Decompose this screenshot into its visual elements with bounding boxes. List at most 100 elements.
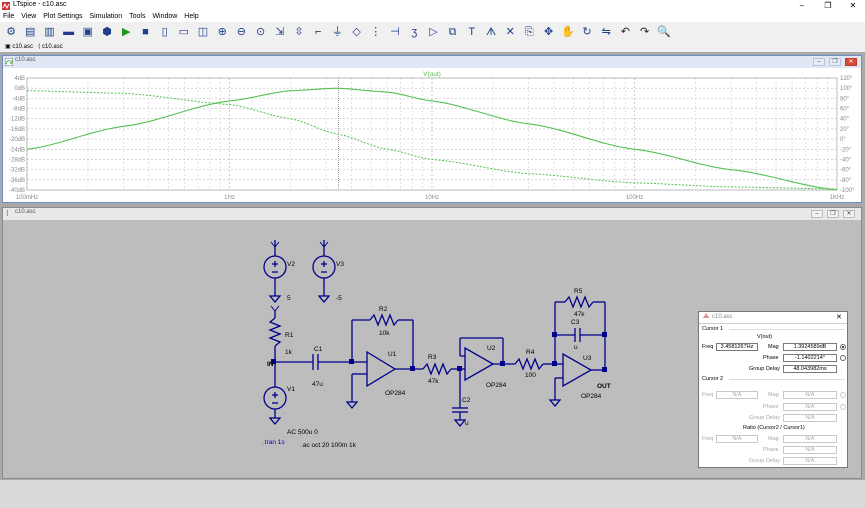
wire-icon[interactable]: ⌐ xyxy=(311,25,325,39)
find-icon[interactable]: 🔍 xyxy=(657,25,671,39)
close-button[interactable]: ✕ xyxy=(843,0,863,12)
ac-directive[interactable]: .ac oct 20 100m 1k xyxy=(301,442,357,449)
schematic-maximize-button[interactable]: ❐ xyxy=(827,210,839,218)
delete-icon[interactable]: ✕ xyxy=(503,25,517,39)
menu-help[interactable]: Help xyxy=(184,12,198,21)
cursor1-freq-field[interactable]: 3.4581267Hz xyxy=(716,343,758,351)
cursor1-phase-field[interactable]: -1.1402214° xyxy=(783,354,837,362)
cursor2-mag-field[interactable]: N/A xyxy=(783,391,837,399)
menu-file[interactable]: File xyxy=(3,12,14,21)
net-label-icon[interactable]: ◇ xyxy=(350,25,364,39)
schematic-window-titlebar[interactable]: ⟨ c10.asc – ❐ ✕ xyxy=(3,208,861,220)
u3-name: U3 xyxy=(583,355,592,362)
ratio-group-delay-label: Group Delay xyxy=(749,458,780,464)
plot-maximize-button[interactable]: ❐ xyxy=(829,58,841,66)
ratio-phase-field[interactable]: N/A xyxy=(783,446,837,454)
tab-c10-waveform[interactable]: ▣ c10.asc xyxy=(3,43,35,51)
cursor2-group-delay-field[interactable]: N/A xyxy=(783,414,837,422)
redo-icon[interactable]: ↷ xyxy=(638,25,652,39)
x-tick-label: 1KHz xyxy=(830,195,845,201)
trace-label[interactable]: V(out) xyxy=(423,71,441,78)
duplicate-icon[interactable]: ⎘ xyxy=(522,25,536,39)
cursor1-phase-radio[interactable] xyxy=(840,355,846,361)
cursor1-group-delay-label: Group Delay xyxy=(749,366,780,372)
plot-window-titlebar[interactable]: c10.asc – ❐ ✕ xyxy=(3,56,861,68)
run-icon[interactable]: ▶ xyxy=(119,25,133,39)
y-left-tick-label: -32dB xyxy=(9,168,25,174)
x-tick-label: 10Hz xyxy=(425,195,439,201)
r3-name: R3 xyxy=(428,354,437,361)
ratio-freq-label: Freq xyxy=(702,436,714,442)
cursor-dialog: ⟁ c10.asc ✕ Cursor 1 V(out) Freq 3.45812… xyxy=(698,311,848,468)
cursor2-mag-radio[interactable] xyxy=(840,392,846,398)
c2-name: C2 xyxy=(462,397,471,404)
spice-directive-icon[interactable]: ᗑ xyxy=(484,25,498,39)
drag-icon[interactable]: ✋ xyxy=(561,25,575,39)
maximize-button[interactable]: ❐ xyxy=(818,0,838,12)
open-icon[interactable]: ▤ xyxy=(23,25,37,39)
cursor-dialog-titlebar[interactable]: ⟁ c10.asc ✕ xyxy=(699,312,847,324)
net-label-in[interactable]: IN xyxy=(267,361,274,368)
save-icon[interactable]: ▬ xyxy=(62,25,76,39)
menu-plot-settings[interactable]: Plot Settings xyxy=(43,12,82,21)
y-right-tick-label: -20° xyxy=(840,147,852,153)
minimize-button[interactable]: – xyxy=(792,0,812,12)
menu-window[interactable]: Window xyxy=(152,12,177,21)
scale-icon[interactable]: ⇳ xyxy=(292,25,306,39)
plot-close-button[interactable]: ✕ xyxy=(845,58,857,66)
y-left-tick-label: -20dB xyxy=(9,137,25,143)
cascade-icon[interactable]: ◫ xyxy=(196,25,210,39)
cursor1-mag-radio[interactable] xyxy=(840,344,846,350)
r5-name: R5 xyxy=(574,288,583,295)
plot-minimize-button[interactable]: – xyxy=(813,58,825,66)
ratio-mag-field[interactable]: N/A xyxy=(783,435,837,443)
ltspice-small-icon: ⟁ xyxy=(703,313,710,320)
move-icon[interactable]: ✥ xyxy=(542,25,556,39)
menu-tools[interactable]: Tools xyxy=(129,12,145,21)
hammer-icon[interactable]: ⬢ xyxy=(100,25,114,39)
net-label-out[interactable]: OUT xyxy=(597,383,611,390)
open-examples-icon[interactable]: ▥ xyxy=(42,25,56,39)
print-icon[interactable]: ▣ xyxy=(81,25,95,39)
inductor-icon[interactable]: ʒ xyxy=(407,25,421,39)
zoom-in-icon[interactable]: ⊕ xyxy=(215,25,229,39)
mirror-icon[interactable]: ⇋ xyxy=(599,25,613,39)
schematic-minimize-button[interactable]: – xyxy=(811,210,823,218)
zoom-extents-icon[interactable]: ⊙ xyxy=(254,25,268,39)
undo-icon[interactable]: ↶ xyxy=(618,25,632,39)
tab-c10-schematic[interactable]: ⟨ c10.asc xyxy=(36,43,65,51)
cursor1-group-delay-field[interactable]: 48.043982ms xyxy=(783,365,837,373)
ground-icon[interactable]: ⏚ xyxy=(330,25,344,39)
autoscale-icon[interactable]: ⇲ xyxy=(273,25,287,39)
y-left-tick-label: -36dB xyxy=(9,178,25,184)
zoom-out-icon[interactable]: ⊖ xyxy=(234,25,248,39)
ratio-freq-field[interactable]: N/A xyxy=(716,435,758,443)
capacitor-icon[interactable]: ⊣ xyxy=(388,25,402,39)
diode-icon[interactable]: ▷ xyxy=(426,25,440,39)
cursor2-group-delay-label: Group Delay xyxy=(749,415,780,421)
settings-icon[interactable]: ⚙ xyxy=(4,25,18,39)
cursor2-freq-field[interactable]: N/A xyxy=(716,391,758,399)
tile-vertical-icon[interactable]: ▯ xyxy=(158,25,172,39)
component-icon[interactable]: ⧉ xyxy=(446,25,460,39)
tran-directive[interactable]: .tran 1s xyxy=(263,439,285,446)
cursor-dialog-close-button[interactable]: ✕ xyxy=(836,313,842,321)
schematic-close-button[interactable]: ✕ xyxy=(843,210,855,218)
plot-window: c10.asc – ❐ ✕ 4dB 0dB -4dB -8dB -12dB -16dB -2… xyxy=(2,55,862,203)
y-right-tick-label: 60° xyxy=(840,107,850,113)
rotate-icon[interactable]: ↻ xyxy=(580,25,594,39)
cursor2-phase-field[interactable]: N/A xyxy=(783,403,837,411)
ratio-mag-label: Mag xyxy=(768,436,779,442)
cursor1-mag-field[interactable]: 1.3924589dB xyxy=(783,343,837,351)
resistor-icon[interactable]: ⋮ xyxy=(369,25,383,39)
tile-horizontal-icon[interactable]: ▭ xyxy=(177,25,191,39)
ratio-group-delay-field[interactable]: N/A xyxy=(783,457,837,465)
cursor2-phase-radio[interactable] xyxy=(840,404,846,410)
menu-view[interactable]: View xyxy=(21,12,36,21)
bode-plot[interactable]: 4dB 0dB -4dB -8dB -12dB -16dB -20dB -24dB -28dB -… xyxy=(3,68,861,202)
y-right-tick-label: 100° xyxy=(840,86,853,92)
halt-icon[interactable]: ■ xyxy=(138,25,152,39)
text-icon[interactable]: T xyxy=(465,25,479,39)
c1-value: 47u xyxy=(312,381,323,388)
menu-simulation[interactable]: Simulation xyxy=(90,12,123,21)
